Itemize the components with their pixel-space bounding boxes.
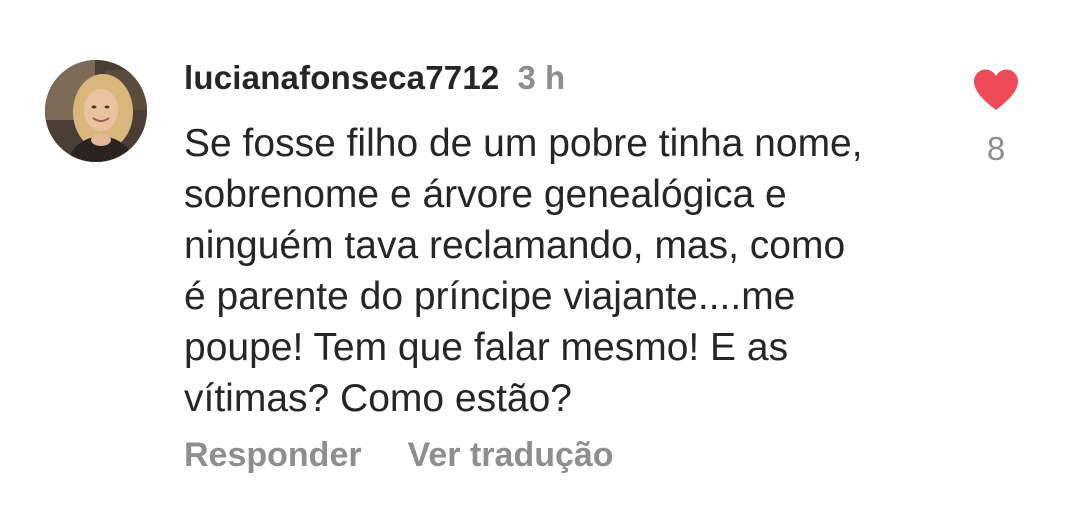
like-count: 8 <box>986 130 1006 167</box>
timestamp: 3 h <box>517 59 566 96</box>
like-area: 8 <box>965 68 1027 168</box>
comment-item: lucianafonseca7712 3 h Se fosse filho de… <box>0 0 1080 505</box>
avatar[interactable] <box>45 60 147 162</box>
heart-filled-icon[interactable] <box>972 68 1020 112</box>
avatar-photo <box>45 60 147 162</box>
comment-actions: Responder Ver tradução <box>184 436 614 475</box>
reply-button[interactable]: Responder <box>184 436 362 475</box>
translate-button[interactable]: Ver tradução <box>408 436 614 475</box>
username[interactable]: lucianafonseca7712 <box>184 59 499 97</box>
comment-header: lucianafonseca7712 3 h <box>184 56 565 100</box>
comment-text: Se fosse filho de um pobre tinha nome, s… <box>184 122 863 420</box>
